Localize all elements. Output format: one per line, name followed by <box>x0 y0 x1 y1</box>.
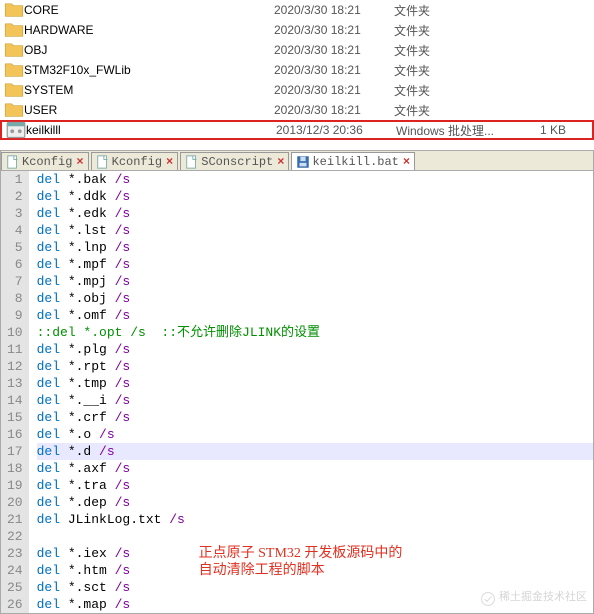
file-date: 2020/3/30 18:21 <box>274 103 394 117</box>
line-number: 12 <box>7 358 23 375</box>
file-date: 2020/3/30 18:21 <box>274 23 394 37</box>
code-line[interactable]: del *.ddk /s <box>37 188 593 205</box>
line-number: 6 <box>7 256 23 273</box>
line-number: 9 <box>7 307 23 324</box>
line-number: 24 <box>7 562 23 579</box>
code-line[interactable]: del *.o /s <box>37 426 593 443</box>
file-row[interactable]: USER2020/3/30 18:21文件夹 <box>0 100 594 120</box>
file-name: HARDWARE <box>24 23 274 37</box>
line-number: 23 <box>7 545 23 562</box>
bat-file-icon <box>6 120 26 140</box>
folder-icon <box>4 80 24 100</box>
folder-icon <box>4 40 24 60</box>
file-date: 2020/3/30 18:21 <box>274 3 394 17</box>
editor-tab[interactable]: SConscript × <box>180 152 289 170</box>
file-row[interactable]: CORE2020/3/30 18:21文件夹 <box>0 0 594 20</box>
line-number: 17 <box>7 443 23 460</box>
close-icon[interactable]: × <box>277 155 284 169</box>
code-line[interactable]: del *.obj /s <box>37 290 593 307</box>
line-number: 21 <box>7 511 23 528</box>
editor-tab[interactable]: keilkill.bat × <box>291 152 415 170</box>
line-number: 14 <box>7 392 23 409</box>
file-row[interactable]: SYSTEM2020/3/30 18:21文件夹 <box>0 80 594 100</box>
code-line[interactable] <box>37 528 593 545</box>
line-number: 13 <box>7 375 23 392</box>
file-row[interactable]: STM32F10x_FWLib2020/3/30 18:21文件夹 <box>0 60 594 80</box>
file-name: OBJ <box>24 43 274 57</box>
folder-icon <box>4 0 24 20</box>
tab-label: keilkill.bat <box>312 155 398 169</box>
code-line[interactable]: del *.lst /s <box>37 222 593 239</box>
tab-label: Kconfig <box>22 155 72 169</box>
line-number: 10 <box>7 324 23 341</box>
code-line[interactable]: del *.dep /s <box>37 494 593 511</box>
file-row[interactable]: keilkilll2013/12/3 20:36Windows 批处理...1 … <box>0 120 594 140</box>
line-number: 2 <box>7 188 23 205</box>
editor-tab[interactable]: Kconfig × <box>91 152 179 170</box>
code-line[interactable]: del *.axf /s <box>37 460 593 477</box>
code-line[interactable]: del JLinkLog.txt /s <box>37 511 593 528</box>
line-number: 20 <box>7 494 23 511</box>
code-line[interactable]: del *.lnp /s <box>37 239 593 256</box>
file-size: 1 KB <box>516 123 566 137</box>
file-row[interactable]: OBJ2020/3/30 18:21文件夹 <box>0 40 594 60</box>
line-number: 4 <box>7 222 23 239</box>
file-row[interactable]: HARDWARE2020/3/30 18:21文件夹 <box>0 20 594 40</box>
file-date: 2020/3/30 18:21 <box>274 43 394 57</box>
code-line[interactable]: del *.tra /s <box>37 477 593 494</box>
file-type: 文件夹 <box>394 22 514 39</box>
code-line[interactable]: del *.__i /s <box>37 392 593 409</box>
code-line[interactable]: del *.tmp /s <box>37 375 593 392</box>
tab-label: SConscript <box>201 155 273 169</box>
folder-icon <box>4 20 24 40</box>
file-name: STM32F10x_FWLib <box>24 63 274 77</box>
code-line[interactable]: del *.rpt /s <box>37 358 593 375</box>
line-number: 7 <box>7 273 23 290</box>
code-line[interactable]: ::del *.opt /s ::不允许删除JLINK的设置 <box>37 324 593 341</box>
code-line[interactable]: del *.d /s <box>37 443 593 460</box>
file-type: Windows 批处理... <box>396 122 516 139</box>
file-type: 文件夹 <box>394 102 514 119</box>
file-date: 2013/12/3 20:36 <box>276 123 396 137</box>
code-line[interactable]: del *.mpf /s <box>37 256 593 273</box>
file-name: CORE <box>24 3 274 17</box>
code-line[interactable]: del *.bak /s <box>37 171 593 188</box>
folder-icon <box>4 60 24 80</box>
file-name: keilkilll <box>26 123 276 137</box>
file-name: SYSTEM <box>24 83 274 97</box>
close-icon[interactable]: × <box>76 155 83 169</box>
file-type: 文件夹 <box>394 42 514 59</box>
code-line[interactable]: del *.mpj /s <box>37 273 593 290</box>
file-date: 2020/3/30 18:21 <box>274 63 394 77</box>
line-number: 8 <box>7 290 23 307</box>
line-number: 15 <box>7 409 23 426</box>
watermark: 稀土掘金技术社区 <box>481 590 587 607</box>
file-type: 文件夹 <box>394 2 514 19</box>
line-number: 18 <box>7 460 23 477</box>
line-number: 3 <box>7 205 23 222</box>
close-icon[interactable]: × <box>403 155 410 169</box>
code-line[interactable]: del *.edk /s <box>37 205 593 222</box>
annotation-text: 自动清除工程的脚本 <box>199 562 403 579</box>
file-type: 文件夹 <box>394 62 514 79</box>
code-line[interactable]: del *.omf /s <box>37 307 593 324</box>
line-number: 16 <box>7 426 23 443</box>
annotation-text: 正点原子 STM32 开发板源码中的 <box>199 545 403 562</box>
line-number: 1 <box>7 171 23 188</box>
file-type: 文件夹 <box>394 82 514 99</box>
line-number: 11 <box>7 341 23 358</box>
line-number: 5 <box>7 239 23 256</box>
file-date: 2020/3/30 18:21 <box>274 83 394 97</box>
line-number: 26 <box>7 596 23 613</box>
tab-label: Kconfig <box>112 155 162 169</box>
editor-tab[interactable]: Kconfig × <box>1 152 89 170</box>
line-number: 22 <box>7 528 23 545</box>
folder-icon <box>4 100 24 120</box>
code-line[interactable]: del *.crf /s <box>37 409 593 426</box>
line-number: 25 <box>7 579 23 596</box>
code-line[interactable]: del *.plg /s <box>37 341 593 358</box>
line-number: 19 <box>7 477 23 494</box>
close-icon[interactable]: × <box>166 155 173 169</box>
file-name: USER <box>24 103 274 117</box>
